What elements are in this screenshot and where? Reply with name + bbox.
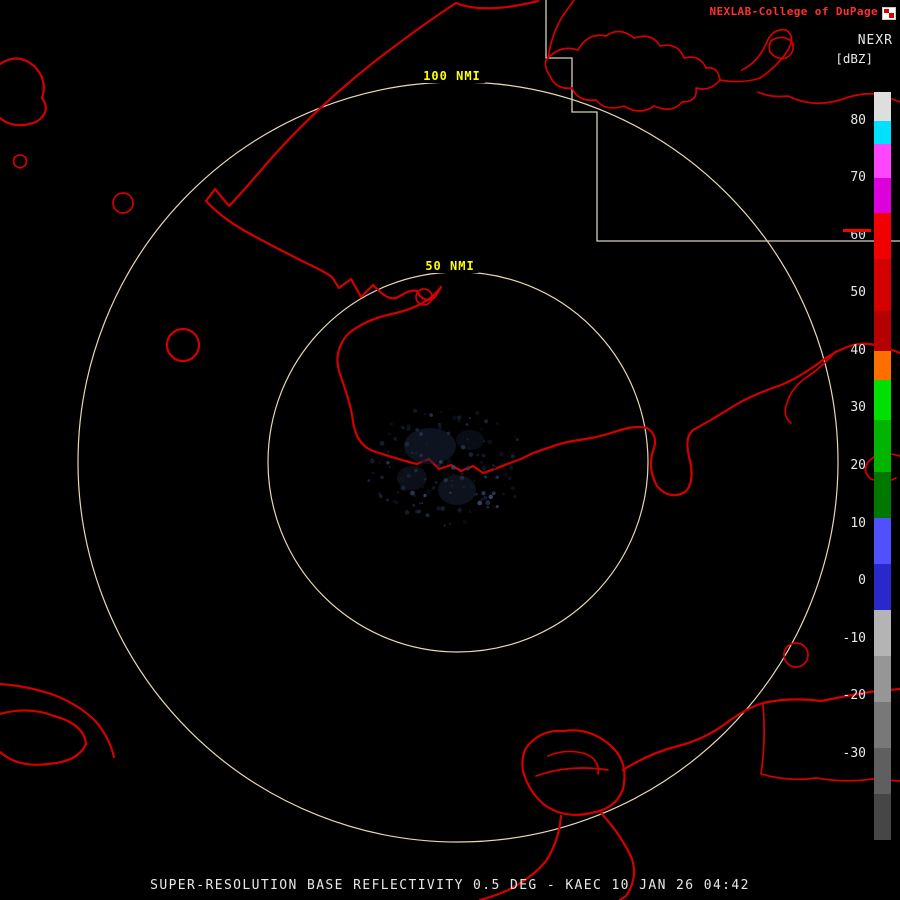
cod-logo-icon [882,5,896,18]
colorbar-tick-label: 40 [850,343,866,359]
colorbar-segment [874,121,891,144]
boundary-blob-topleft [0,58,46,125]
colorbar-marker [843,229,871,232]
colorbar-segment [874,351,891,380]
lake-complex-outline [522,730,624,815]
radar-display: 100 NMI 50 NMI NEXLAB-College of DuPage … [0,0,900,900]
colorbar-tick-label: 0 [858,573,866,589]
colorbar-segment [874,144,891,179]
colorbar-tick-label: 50 [850,285,866,301]
colorbar-segment [874,748,891,794]
colorbar-segment [874,259,891,311]
colorbar-segment [874,518,891,564]
colorbar-segment [874,702,891,748]
colorbar-segment [874,794,891,840]
colorbar-tick-label: 80 [850,113,866,129]
colorbar-tick-label: 20 [850,458,866,474]
colorbar-segments [874,92,891,840]
boundary-line-bottomleft [0,684,114,757]
range-ring-100nmi [78,82,838,842]
branding-text: NEXLAB-College of DuPage [709,5,878,18]
colorbar-segment [874,656,891,702]
boundary-blob-bottomleft [0,710,86,764]
range-rings [78,82,838,842]
colorbar-tick-label: 30 [850,400,866,416]
range-ring-50nmi [268,272,648,652]
range-ring-label-100: 100 NMI [419,69,485,83]
colorbar-segment [874,564,891,610]
colorbar-tick-label: -30 [843,746,866,762]
colorbar-segment [874,213,891,259]
state-boundary-line [546,0,900,241]
colorbar-segment [874,311,891,351]
coastline-top-edge [456,1,538,8]
boundary-line-right-1 [785,351,836,423]
lake-small-left [14,155,27,168]
colorbar-tick-label: 10 [850,516,866,532]
colorbar-segment [874,420,891,472]
lake-circle-2 [167,329,199,361]
status-line: SUPER-RESOLUTION BASE REFLECTIVITY 0.5 D… [0,878,900,893]
lake-circle-3 [784,643,808,667]
colorbar-tick-label: -20 [843,688,866,704]
colorbar-segment [874,92,891,121]
colorbar-segment [874,178,891,213]
colorbar-tick-label: 70 [850,170,866,186]
colorbar-segment [874,472,891,518]
colorbar-segment [874,610,891,656]
lake-circle-1 [113,193,133,213]
lake-complex-inner-1 [536,768,608,776]
colorbar-tick-label: -10 [843,631,866,647]
coastline-main [206,3,900,495]
colorbar-segment [874,380,891,420]
product-code-label: NEXR [858,33,893,48]
radar-map [0,0,900,900]
units-label: [dBZ] [835,51,873,66]
range-ring-label-50: 50 NMI [421,259,478,273]
